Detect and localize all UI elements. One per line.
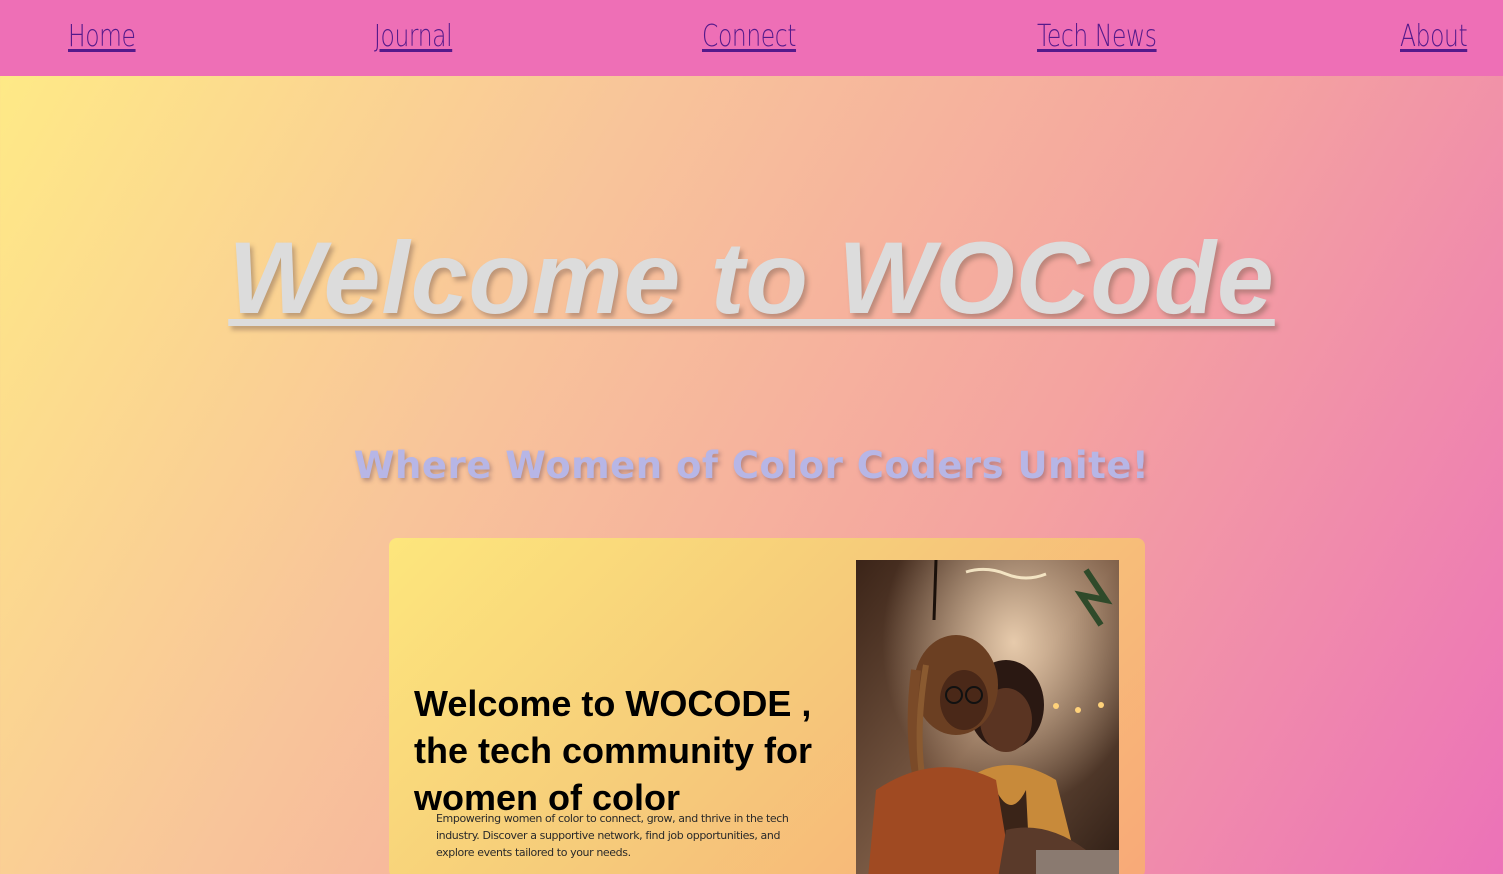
card-heading: Welcome to WOCODE , the tech community f…: [414, 683, 813, 818]
hero-subtitle: Where Women of Color Coders Unite!: [353, 443, 1150, 487]
nav-link-tech-news[interactable]: Tech News: [1037, 16, 1157, 58]
nav-link-about[interactable]: About: [1400, 16, 1468, 58]
community-photo: [856, 560, 1119, 874]
nav-link-connect[interactable]: Connect: [702, 16, 796, 58]
hero-title: Welcome to WOCode: [228, 221, 1275, 336]
card-description: Empowering women of color to connect, gr…: [436, 812, 789, 859]
nav-link-home[interactable]: Home: [68, 16, 136, 58]
nav-link-journal[interactable]: Journal: [374, 16, 453, 58]
top-navigation-bar: Home Journal Connect Tech News About: [0, 0, 1503, 76]
welcome-card: Welcome to WOCODE , the tech community f…: [389, 538, 1145, 874]
community-photo-illustration: [856, 560, 1119, 874]
